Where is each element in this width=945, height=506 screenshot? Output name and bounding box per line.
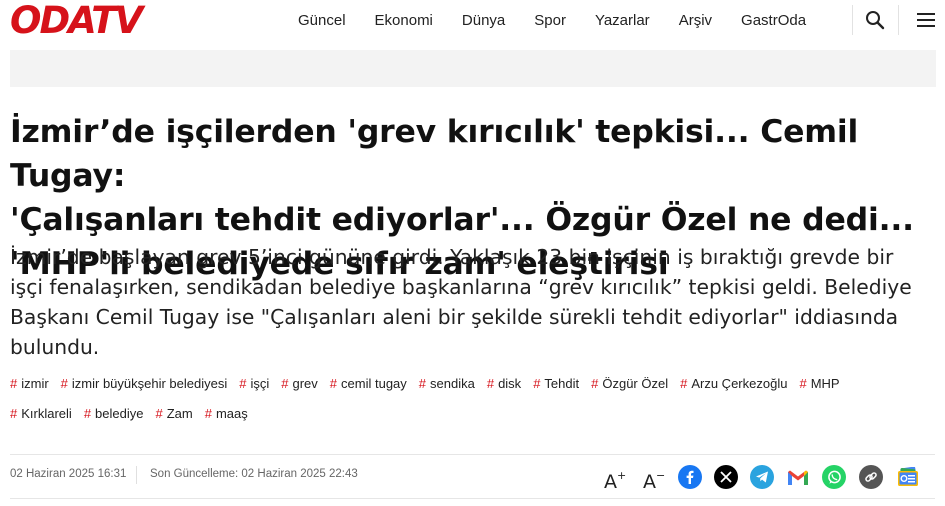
hash-icon: # <box>329 375 338 391</box>
nav-item-guncel[interactable]: Güncel <box>298 12 346 29</box>
tag-label: cemil tugay <box>341 375 407 391</box>
tag-link[interactable]: # Zam <box>155 406 192 421</box>
tag-label: maaş <box>215 405 248 421</box>
telegram-icon <box>756 471 768 483</box>
tag-link[interactable]: # MHP <box>799 376 839 391</box>
nav-item-ekonomi[interactable]: Ekonomi <box>375 12 433 29</box>
tag-link[interactable]: # Arzu Çerkezoğlu <box>680 376 787 391</box>
headline-line: İzmir’de işçilerden 'grev kırıcılık' tep… <box>10 114 859 194</box>
tag-link[interactable]: # Özgür Özel <box>591 376 668 391</box>
search-icon <box>866 11 885 30</box>
tag-link[interactable]: # izmir <box>10 376 49 391</box>
meta-divider-top <box>10 454 935 455</box>
tag-list: # izmir # izmir büyükşehir belediyesi # işçi #… <box>10 371 935 431</box>
nav-divider <box>852 5 853 35</box>
hash-icon: # <box>533 375 541 391</box>
tag-link[interactable]: # disk <box>487 376 521 391</box>
facebook-icon <box>686 470 694 484</box>
tag-label: MHP <box>810 375 840 391</box>
font-decrease-label: A <box>643 471 656 493</box>
summary-line: işçi fenalaşırken, sendikadan belediye b… <box>10 275 912 299</box>
font-increase-sup: + <box>617 469 627 482</box>
tag-label: Zam <box>166 405 193 421</box>
tag-label: Özgür Özel <box>602 375 669 391</box>
hash-icon: # <box>281 375 289 391</box>
hash-icon: # <box>60 375 68 391</box>
tag-link[interactable]: # Tehdit <box>533 376 579 391</box>
tag-link[interactable]: # sendika <box>419 376 475 391</box>
font-increase-label: A <box>604 471 617 493</box>
tag-link[interactable]: # Kırklareli <box>10 406 72 421</box>
hash-icon: # <box>799 375 807 391</box>
hash-icon: # <box>204 405 212 421</box>
tag-link[interactable]: # işçi <box>239 376 269 391</box>
google-news-icon <box>898 467 918 486</box>
font-increase-button[interactable]: A+ <box>604 463 626 495</box>
hamburger-menu-icon <box>917 13 935 27</box>
main-nav: Güncel Ekonomi Dünya Spor Yazarlar Arşiv… <box>298 0 835 40</box>
nav-item-yazarlar[interactable]: Yazarlar <box>595 12 650 29</box>
font-decrease-button[interactable]: A− <box>643 463 665 495</box>
updated-date: Son Güncelleme: 02 Haziran 2025 22:43 <box>150 468 358 480</box>
tag-label: Kırklareli <box>21 405 72 421</box>
menu-button[interactable] <box>911 6 941 34</box>
headline-line: 'Çalışanları tehdit ediyorlar'... Özgür … <box>10 202 914 238</box>
tag-row: # Kırklareli # belediye # Zam # maaş <box>10 401 935 425</box>
share-telegram-button[interactable] <box>750 465 774 489</box>
nav-item-dunya[interactable]: Dünya <box>462 12 505 29</box>
share-whatsapp-button[interactable] <box>822 465 846 489</box>
tag-label: grev <box>292 375 318 391</box>
font-decrease-sup: − <box>656 469 666 482</box>
tag-link[interactable]: # maaş <box>205 406 248 421</box>
article-summary: İzmir’de başlayan grev 5’inci gününe gir… <box>10 242 935 362</box>
hash-icon: # <box>239 375 247 391</box>
odatv-logo[interactable]: ODATV <box>10 2 162 36</box>
meta-divider-bottom <box>10 498 935 499</box>
hash-icon: # <box>10 375 18 391</box>
logo-text: ODATV <box>10 2 146 36</box>
share-facebook-button[interactable] <box>678 465 702 489</box>
tag-link[interactable]: # cemil tugay <box>330 376 407 391</box>
tag-label: izmir <box>21 375 49 391</box>
x-twitter-icon <box>720 471 732 483</box>
copy-link-icon <box>865 472 877 482</box>
gmail-icon <box>788 470 808 485</box>
meta-separator <box>136 466 137 484</box>
hash-icon: # <box>155 405 163 421</box>
tag-label: işçi <box>250 375 270 391</box>
nav-item-spor[interactable]: Spor <box>534 12 566 29</box>
summary-line: bulundu. <box>10 335 100 359</box>
published-date: 02 Haziran 2025 16:31 <box>10 468 127 480</box>
tag-link[interactable]: # grev <box>281 376 318 391</box>
hash-icon: # <box>83 405 92 421</box>
ad-placeholder <box>10 50 936 87</box>
nav-item-arsiv[interactable]: Arşiv <box>679 12 712 29</box>
summary-line: İzmir’de başlayan grev 5’inci gününe gir… <box>10 245 894 269</box>
hash-icon: # <box>10 405 18 421</box>
tag-label: sendika <box>430 375 475 391</box>
nav-divider <box>898 5 899 35</box>
tag-link[interactable]: # belediye <box>84 406 144 421</box>
google-news-button[interactable] <box>896 465 920 489</box>
hash-icon: # <box>591 375 599 391</box>
nav-item-gastroda[interactable]: GastrOda <box>741 12 806 29</box>
hash-icon: # <box>418 375 427 391</box>
hash-icon: # <box>680 375 688 391</box>
whatsapp-icon <box>827 470 841 484</box>
summary-line: Başkanı Cemil Tugay ise "Çalışanları ale… <box>10 305 899 329</box>
share-gmail-button[interactable] <box>786 465 810 489</box>
tag-label: disk <box>498 375 522 391</box>
hash-icon: # <box>486 375 495 391</box>
share-x-button[interactable] <box>714 465 738 489</box>
search-button[interactable] <box>860 6 890 34</box>
tag-label: belediye <box>95 405 144 421</box>
tag-row: # izmir # izmir büyükşehir belediyesi # işçi #… <box>10 371 935 395</box>
copy-link-button[interactable] <box>859 465 883 489</box>
tag-label: Tehdit <box>544 375 580 391</box>
tag-label: izmir büyükşehir belediyesi <box>71 375 228 391</box>
tag-link[interactable]: # izmir büyükşehir belediyesi <box>61 376 228 391</box>
top-bar: ODATV Güncel Ekonomi Dünya Spor Yazarlar… <box>0 0 945 40</box>
tag-label: Arzu Çerkezoğlu <box>691 375 788 391</box>
